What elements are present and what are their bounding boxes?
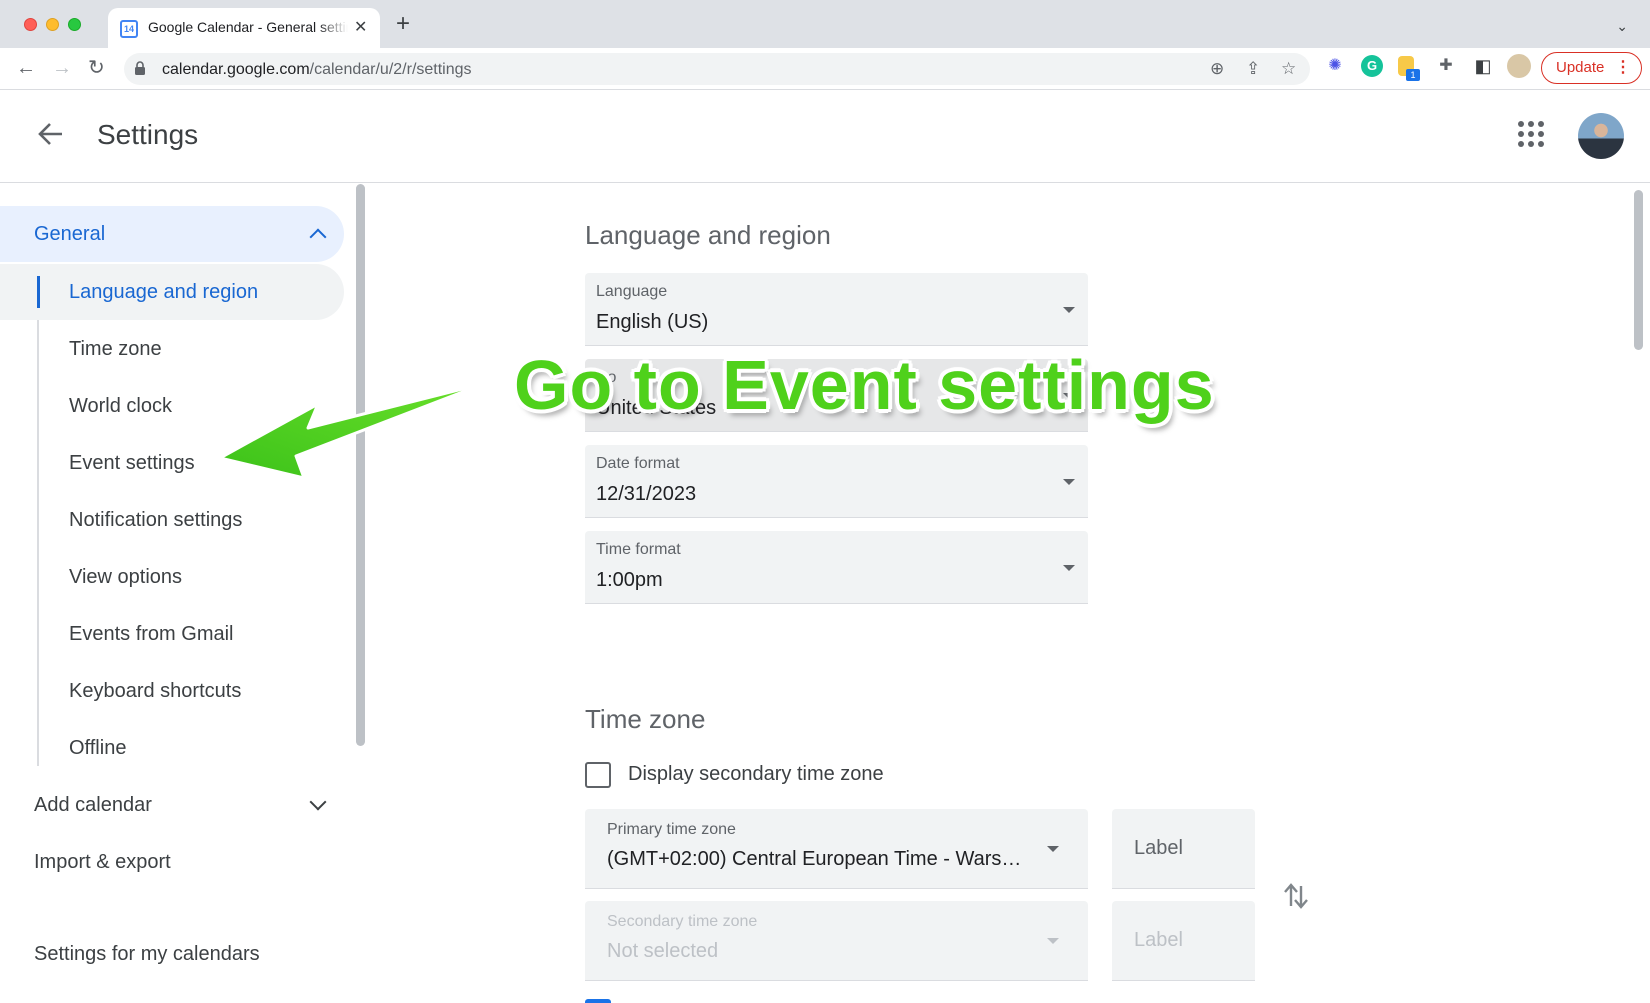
annotation-arrow-icon	[218, 381, 488, 480]
window-zoom-button[interactable]	[68, 18, 81, 31]
browser-back-icon[interactable]: ←	[16, 57, 36, 79]
tab-title: Google Calendar - General settings	[148, 19, 348, 35]
field-label: Primary time zone	[607, 821, 736, 838]
sidebar-item-offline[interactable]: Offline	[69, 737, 126, 760]
dropdown-caret-icon	[1063, 479, 1075, 485]
secondary-time-zone-select[interactable]: Secondary time zone Not selected	[585, 901, 1088, 981]
sidebar-item-time-zone[interactable]: Time zone	[69, 338, 162, 361]
page-title: Settings	[97, 119, 199, 150]
window-close-button[interactable]	[24, 18, 37, 31]
field-label: Secondary time zone	[607, 913, 758, 930]
sidebar-item-add-calendar[interactable]: Add calendar	[34, 793, 334, 817]
sidebar-item-world-clock[interactable]: World clock	[69, 395, 172, 418]
dropdown-caret-icon	[1063, 307, 1075, 313]
time-format-select[interactable]: Time format 1:00pm	[585, 531, 1088, 604]
secondary-time-zone-label-input[interactable]: Label	[1112, 901, 1255, 981]
account-avatar[interactable]	[1578, 113, 1624, 159]
chevron-up-icon	[309, 228, 327, 246]
new-tab-plus-icon[interactable]: +	[396, 12, 410, 36]
extension-badge: 1	[1406, 69, 1420, 81]
settings-sidebar: General Language and region Time zone Wo…	[0, 184, 365, 1003]
browser-tab-calendar[interactable]: 14 Google Calendar - General settings ✕	[108, 8, 380, 48]
lock-icon	[135, 61, 145, 75]
primary-time-zone-label-input[interactable]: Label	[1112, 809, 1255, 889]
calendar-favicon-icon: 14	[120, 20, 138, 38]
url-text: calendar.google.com/calendar/u/2/r/setti…	[162, 61, 472, 78]
sidebar-item-keyboard-shortcuts[interactable]: Keyboard shortcuts	[69, 680, 241, 703]
zoom-icon[interactable]: ⊕	[1210, 59, 1224, 79]
browser-reload-icon[interactable]: ↻	[88, 57, 105, 79]
tab-search-chevron-icon[interactable]: ⌄	[1616, 18, 1628, 35]
more-vertical-icon: ⋮	[1615, 59, 1631, 76]
secondary-time-zone-checkbox[interactable]	[585, 762, 611, 788]
field-label: Time format	[596, 541, 681, 558]
input-placeholder: Label	[1134, 837, 1183, 859]
settings-header: Settings	[0, 91, 1650, 183]
side-panel-icon[interactable]: ◧	[1472, 55, 1494, 77]
share-icon[interactable]: ⇪	[1246, 59, 1260, 79]
address-bar[interactable]: calendar.google.com/calendar/u/2/r/setti…	[124, 53, 1310, 85]
window-minimize-button[interactable]	[46, 18, 59, 31]
secondary-time-zone-checkbox-label[interactable]: Display secondary time zone	[628, 763, 884, 786]
field-label: Date format	[596, 455, 680, 472]
profile-avatar-icon[interactable]	[1507, 54, 1531, 78]
date-format-select[interactable]: Date format 12/31/2023	[585, 445, 1088, 518]
field-value: 1:00pm	[596, 569, 663, 591]
extensions-puzzle-icon[interactable]: ✚	[1435, 55, 1457, 77]
swap-time-zones-icon[interactable]	[1282, 880, 1310, 912]
sidebar-item-language-and-region[interactable]: Language and region	[69, 281, 258, 304]
field-value: (GMT+02:00) Central European Time - Wars…	[607, 848, 1022, 870]
field-value: Not selected	[607, 940, 719, 962]
google-apps-grid-icon[interactable]	[1518, 121, 1544, 147]
section-title-language-region: Language and region	[585, 220, 831, 250]
field-label: Language	[596, 283, 668, 300]
grammarly-extension-icon[interactable]: G	[1361, 55, 1383, 77]
back-arrow-icon[interactable]	[36, 119, 66, 149]
primary-time-zone-select[interactable]: Primary time zone (GMT+02:00) Central Eu…	[585, 809, 1088, 889]
sidebar-active-indicator	[37, 276, 40, 308]
field-value: 12/31/2023	[596, 483, 697, 505]
sidebar-item-label: General	[34, 223, 106, 245]
next-setting-checkbox[interactable]	[585, 999, 611, 1003]
dropdown-caret-icon	[1063, 565, 1075, 571]
browser-tab-bar: 14 Google Calendar - General settings ✕ …	[0, 0, 1650, 48]
sidebar-item-import-export[interactable]: Import & export	[34, 851, 171, 874]
bookmark-star-icon[interactable]: ☆	[1281, 59, 1296, 79]
annotation-callout: Go to Event settings	[514, 346, 1215, 424]
submenu-rail	[37, 276, 39, 766]
sidebar-item-events-from-gmail[interactable]: Events from Gmail	[69, 623, 233, 646]
sidebar-item-label: Add calendar	[34, 794, 152, 816]
sidebar-item-general[interactable]: General	[0, 206, 344, 262]
dropdown-caret-icon	[1047, 846, 1059, 852]
sidebar-heading-my-calendars[interactable]: Settings for my calendars	[34, 943, 260, 966]
update-button[interactable]: Update ⋮	[1541, 52, 1642, 84]
browser-forward-icon[interactable]: →	[52, 57, 72, 79]
section-title-time-zone: Time zone	[585, 704, 706, 734]
chevron-down-icon	[309, 793, 327, 811]
dropdown-caret-icon	[1047, 938, 1059, 944]
sidebar-item-event-settings[interactable]: Event settings	[69, 452, 195, 475]
input-placeholder: Label	[1134, 929, 1183, 951]
sidebar-item-view-options[interactable]: View options	[69, 566, 182, 589]
browser-toolbar: ← → ↻ calendar.google.com/calendar/u/2/r…	[0, 48, 1650, 90]
language-select[interactable]: Language English (US)	[585, 273, 1088, 346]
main-scrollbar[interactable]	[1634, 190, 1643, 350]
field-value: English (US)	[596, 311, 709, 333]
sidebar-item-notification-settings[interactable]: Notification settings	[69, 509, 242, 532]
extension-spark-icon[interactable]: ✺	[1324, 55, 1346, 77]
tab-close-icon[interactable]: ✕	[354, 17, 367, 37]
